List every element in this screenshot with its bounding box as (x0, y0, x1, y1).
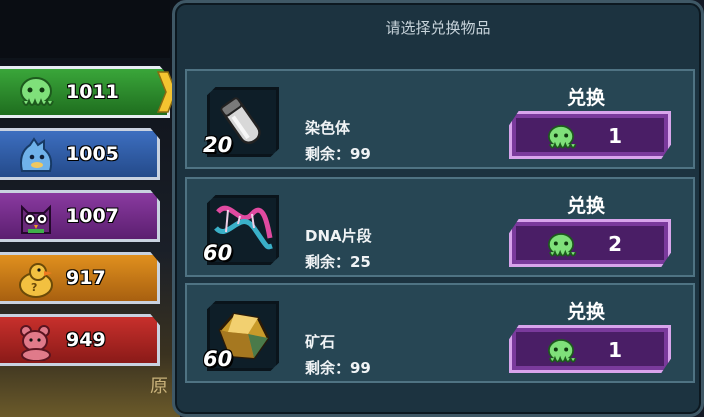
exchange-button[interactable]: 2 (509, 219, 671, 267)
green-octopus-icon (548, 125, 577, 149)
exchange-row: 20 染色体 剩余：99 兑换 1 (185, 69, 695, 169)
exchange-button[interactable]: 1 (509, 325, 671, 373)
item-quantity: 20 (203, 133, 233, 157)
item-quantity: 60 (203, 347, 233, 371)
exchange-panel: 请选择兑换物品 20 染色体 剩余：99 兑换 1 60 DNA片段 剩余：25… (172, 0, 704, 417)
currency-tab-owl[interactable]: 1007 (0, 190, 160, 242)
currency-tab-green-octopus[interactable]: 1011 (0, 66, 170, 118)
item-name: 矿石 (305, 333, 336, 351)
green-octopus-icon (548, 339, 577, 363)
exchange-button[interactable]: 1 (509, 111, 671, 159)
exchange-cost: 1 (608, 338, 622, 362)
background-glyph: 原 (150, 376, 168, 397)
currency-count-purple: 1007 (66, 205, 119, 227)
currency-count-green: 1011 (66, 81, 119, 103)
currency-count-orange: 917 (66, 267, 106, 289)
exchange-row: 60 矿石 剩余：99 兑换 1 (185, 283, 695, 383)
item-remaining: 剩余：99 (305, 359, 371, 377)
blue-creature-icon (20, 137, 53, 172)
background-top-left (0, 0, 170, 58)
bear-icon (20, 325, 51, 361)
currency-count-red: 949 (66, 329, 106, 351)
currency-tab-blue-creature[interactable]: 1005 (0, 128, 160, 180)
item-name: DNA片段 (305, 227, 372, 245)
item-quantity: 60 (203, 241, 233, 265)
item-remaining: 剩余：99 (305, 145, 371, 163)
exchange-button-inner: 2 (516, 226, 664, 260)
exchange-cost: 1 (608, 124, 622, 148)
green-octopus-icon (548, 233, 577, 257)
duck-icon: ? (19, 263, 53, 298)
currency-tab-duck[interactable]: ? 917 (0, 252, 160, 304)
exchange-button-inner: 1 (516, 332, 664, 366)
currency-count-blue: 1005 (66, 143, 119, 165)
item-name: 染色体 (305, 119, 351, 137)
item-remaining: 剩余：25 (305, 253, 371, 271)
exchange-label: 兑换 (567, 195, 606, 217)
owl-icon (21, 204, 51, 234)
currency-tab-bear[interactable]: 949 (0, 314, 160, 366)
panel-title: 请选择兑换物品 (385, 19, 491, 37)
exchange-label: 兑换 (567, 87, 606, 109)
exchange-label: 兑换 (567, 301, 606, 323)
exchange-button-inner: 1 (516, 118, 664, 152)
exchange-row: 60 DNA片段 剩余：25 兑换 2 (185, 177, 695, 277)
exchange-cost: 2 (608, 232, 622, 256)
green-octopus-icon (20, 77, 54, 106)
svg-text:?: ? (31, 281, 37, 294)
